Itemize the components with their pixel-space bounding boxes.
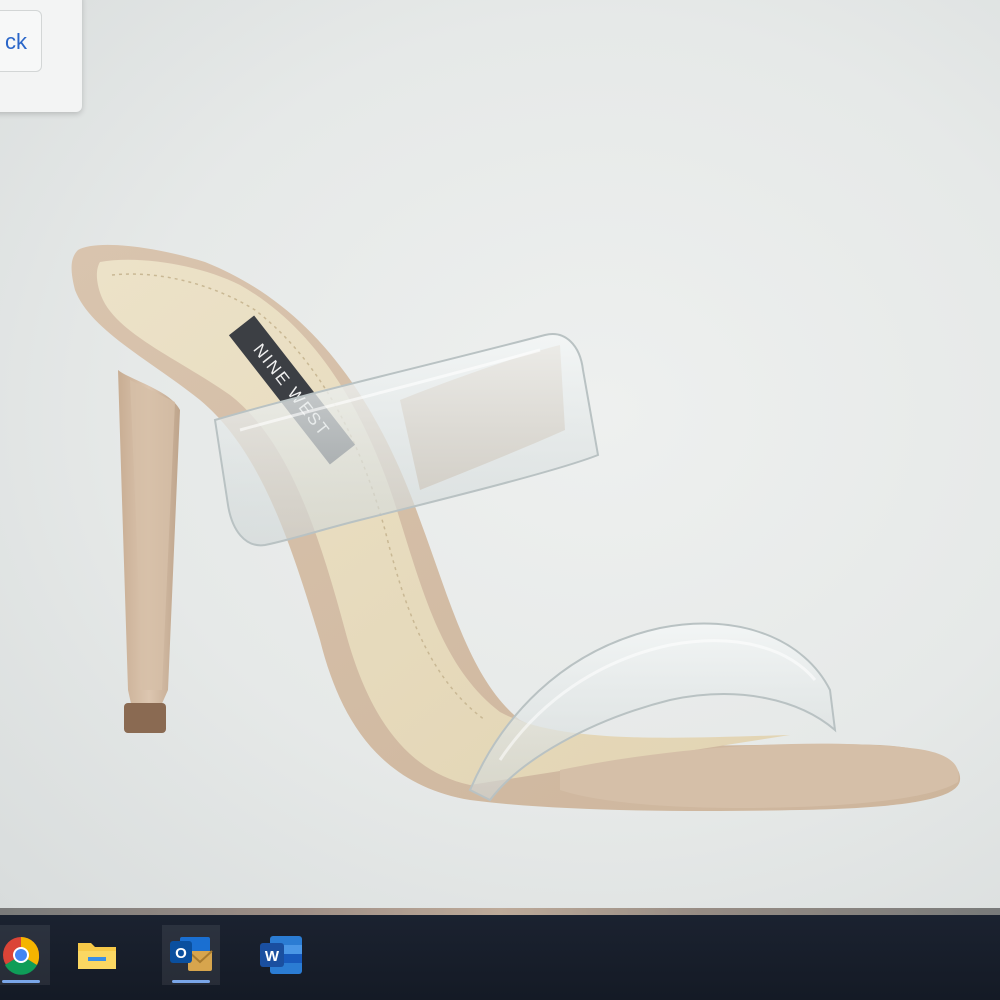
taskbar-item-outlook[interactable]: O: [162, 925, 220, 985]
svg-text:W: W: [265, 948, 280, 965]
insole: [96, 259, 790, 785]
folder-icon: [78, 943, 116, 969]
taskbar-item-chrome[interactable]: [0, 925, 50, 985]
taskbar: O W: [0, 915, 1000, 1000]
product-image: NINE WEST: [71, 244, 961, 811]
svg-text:O: O: [175, 945, 187, 962]
heel-tip: [124, 703, 166, 733]
chrome-icon: [3, 937, 40, 975]
taskbar-item-file-explorer[interactable]: [68, 925, 126, 985]
word-icon: W: [260, 936, 302, 974]
outlook-icon: O: [170, 937, 213, 971]
desktop-screen: ck NINE WEST: [0, 0, 1000, 915]
taskbar-item-word[interactable]: W: [252, 925, 310, 985]
